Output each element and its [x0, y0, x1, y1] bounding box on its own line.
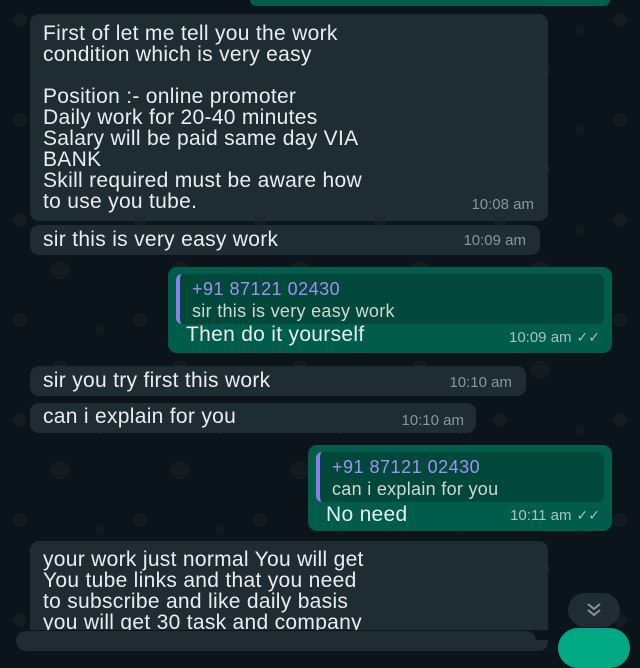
message-text: First of let me tell you the work condit… — [43, 22, 362, 213]
incoming-message[interactable]: sir this is very easy work 10:09 am — [30, 225, 540, 255]
previous-outgoing-bubble-edge — [250, 0, 610, 6]
incoming-message[interactable]: can i explain for you 10:10 am — [30, 403, 476, 433]
quoted-message[interactable]: +91 87121 02430 can i explain for you — [316, 452, 604, 502]
outgoing-message[interactable]: +91 87121 02430 sir this is very easy wo… — [168, 267, 612, 353]
message-time: 10:10 am — [449, 374, 512, 391]
message-text: sir you try first this work — [43, 369, 271, 392]
quoted-message[interactable]: +91 87121 02430 sir this is very easy wo… — [176, 274, 604, 324]
quoted-author: +91 87121 02430 — [332, 457, 481, 477]
scroll-to-bottom-button[interactable] — [568, 593, 620, 627]
double-check-icon: ✓✓ — [576, 507, 600, 523]
message-time: 10:11 am ✓✓ — [510, 505, 600, 526]
message-text: Then do it yourself — [186, 323, 365, 346]
message-time: 10:08 am — [471, 196, 534, 213]
incoming-message[interactable]: First of let me tell you the work condit… — [30, 14, 548, 221]
message-time: 10:10 am — [401, 412, 464, 429]
message-time-text: 10:11 am — [510, 507, 572, 524]
message-time: 10:09 am ✓✓ — [509, 327, 600, 348]
quoted-text: sir this is very easy work — [192, 301, 395, 321]
chevrons-down-icon — [587, 603, 601, 617]
message-text: No need — [326, 503, 408, 526]
message-text: sir this is very easy work — [43, 228, 279, 251]
message-time: 10:09 am — [463, 232, 526, 249]
double-check-icon: ✓✓ — [576, 329, 600, 345]
quoted-author: +91 87121 02430 — [192, 279, 341, 299]
mic-button[interactable] — [558, 628, 630, 668]
message-time-text: 10:09 am — [508, 329, 572, 346]
outgoing-message[interactable]: +91 87121 02430 can i explain for you No… — [308, 445, 612, 531]
quoted-text: can i explain for you — [332, 479, 499, 499]
message-input[interactable] — [16, 631, 536, 651]
message-text: your work just normal You will get You t… — [43, 548, 364, 634]
incoming-message[interactable]: sir you try first this work 10:10 am — [30, 366, 526, 396]
